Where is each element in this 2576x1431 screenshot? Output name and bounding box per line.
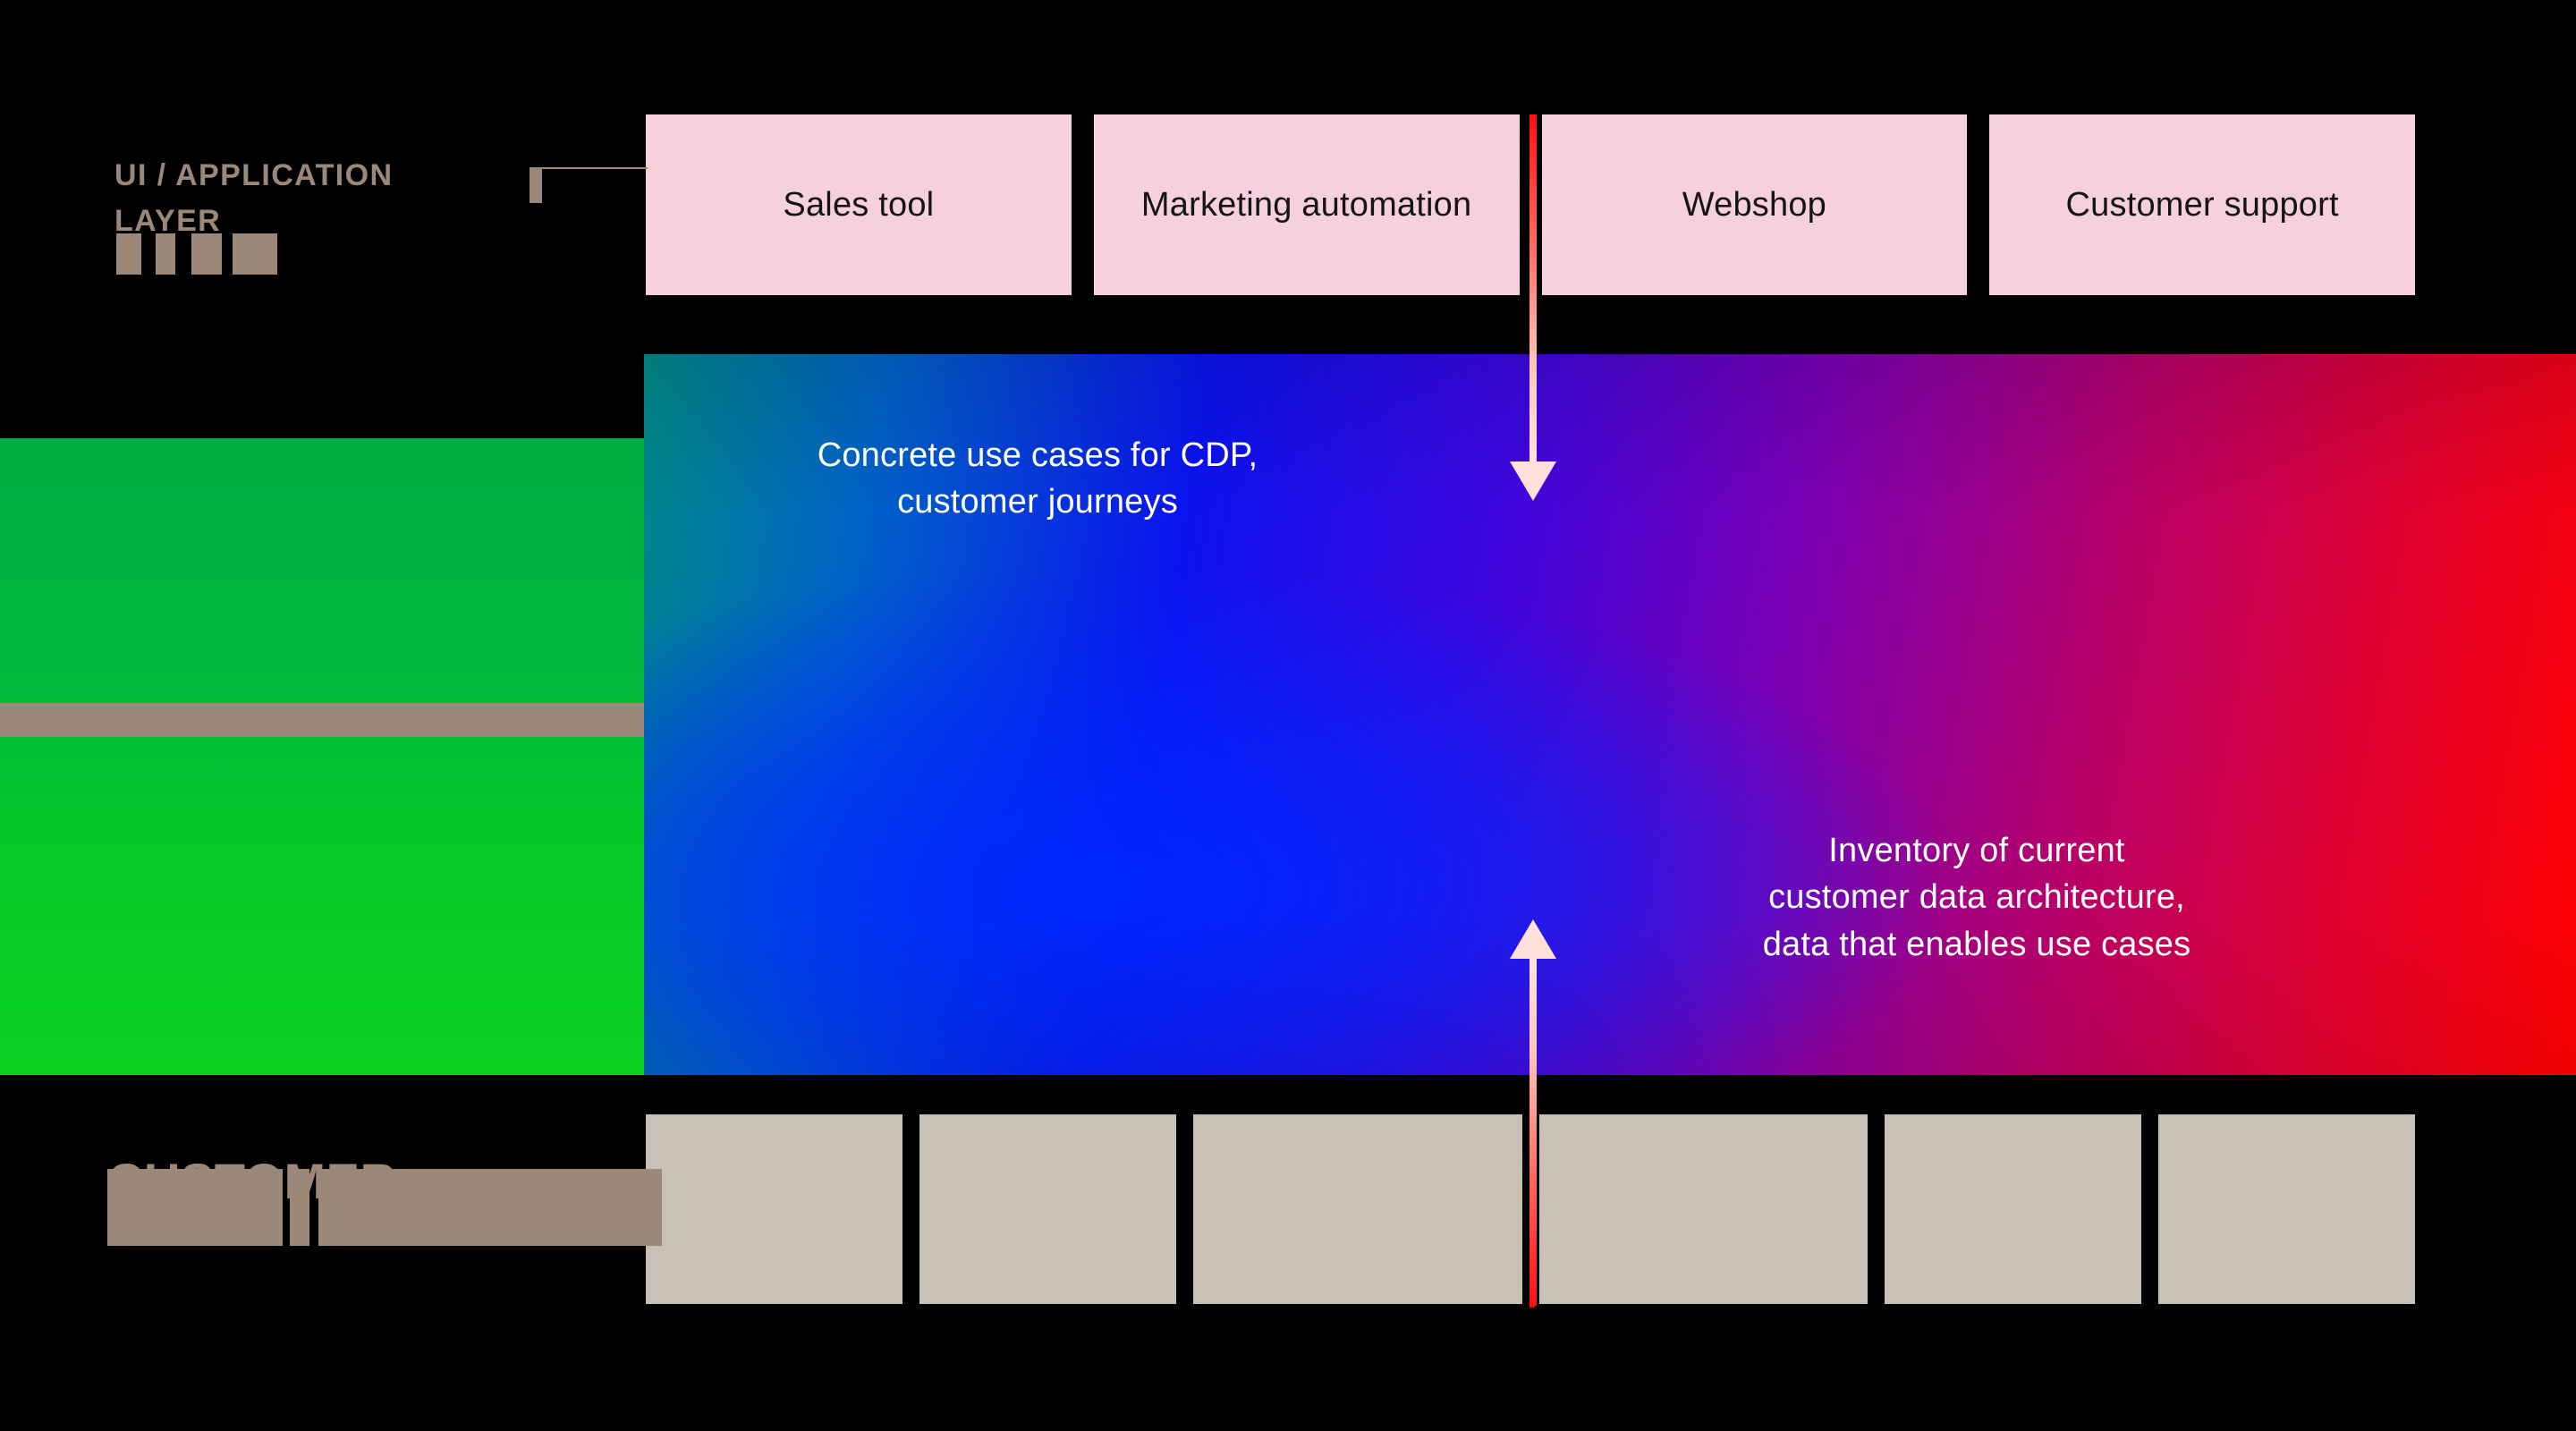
app-box-sales-tool[interactable]: Sales tool	[646, 114, 1072, 295]
up-arrow-head	[1510, 919, 1556, 959]
data-layer-boxes	[646, 1114, 2416, 1304]
app-box-marketing-automation[interactable]: Marketing automation	[1093, 114, 1520, 295]
diagram-canvas: Sales tool Marketing automation Webshop …	[0, 0, 2576, 1431]
data-layer-label: CUSTOMER DATA	[107, 1149, 680, 1255]
down-arrow-shaft	[1530, 114, 1537, 472]
green-panel-mask	[0, 354, 644, 438]
data-source-box-5[interactable]	[1884, 1114, 2141, 1304]
application-layer-label-line1: UI / APPLICATION	[114, 158, 394, 192]
tan-divider-bar	[0, 703, 644, 737]
data-source-box-2[interactable]	[919, 1114, 1177, 1304]
app-box-customer-support[interactable]: Customer support	[1989, 114, 2415, 295]
data-layer-label-slab	[107, 1169, 662, 1246]
data-source-box-4[interactable]	[1538, 1114, 1868, 1304]
down-arrow-head	[1510, 461, 1556, 501]
label-connector-tick	[530, 167, 542, 203]
down-arrow	[1510, 114, 1556, 501]
application-layer-label-line2: LAYER	[114, 198, 615, 275]
green-left-panel	[0, 438, 644, 1075]
label-connector-line	[530, 167, 648, 169]
data-source-box-3[interactable]	[1193, 1114, 1522, 1304]
annotation-use-cases: Concrete use cases for CDP, customer jou…	[817, 436, 1258, 521]
app-box-webshop[interactable]: Webshop	[1541, 114, 1968, 295]
annotation-inventory: Inventory of current customer data archi…	[1762, 832, 2191, 963]
data-source-box-6[interactable]	[2157, 1114, 2416, 1304]
data-source-box-1[interactable]	[646, 1114, 903, 1304]
